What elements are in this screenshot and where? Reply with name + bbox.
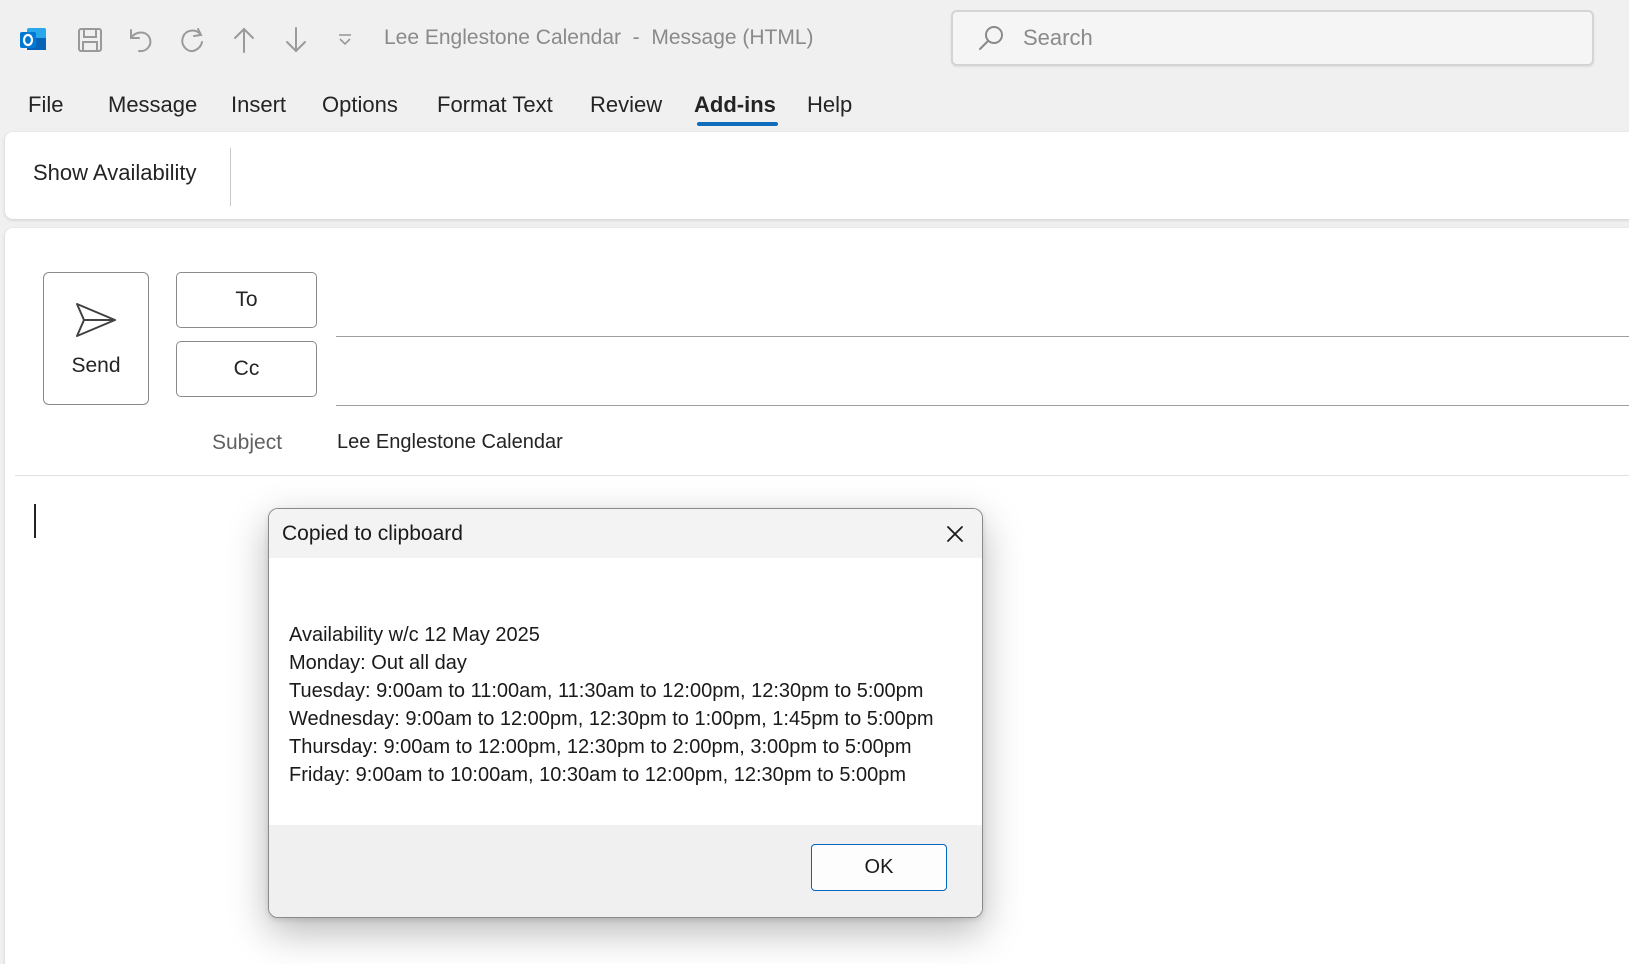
close-icon[interactable]: [940, 519, 970, 549]
ribbon-tabs: File Message Insert Options Format Text …: [0, 84, 1629, 132]
tab-format-text[interactable]: Format Text: [437, 92, 553, 118]
ribbon: Show Availability: [5, 132, 1629, 219]
tab-add-ins[interactable]: Add-ins: [694, 92, 776, 118]
tab-insert[interactable]: Insert: [231, 92, 286, 118]
send-label: Send: [71, 353, 121, 377]
active-tab-indicator: [697, 122, 778, 126]
undo-icon[interactable]: [120, 20, 160, 60]
outlook-icon: [16, 20, 50, 60]
arrow-up-icon[interactable]: [224, 20, 264, 60]
availability-tuesday: Tuesday: 9:00am to 11:00am, 11:30am to 1…: [289, 680, 924, 702]
window-title: Lee Englestone Calendar - Message (HTML): [384, 26, 814, 49]
dialog-body: Availability w/c 12 May 2025 Monday: Out…: [269, 558, 982, 825]
tab-message[interactable]: Message: [108, 92, 197, 118]
arrow-down-icon[interactable]: [276, 20, 316, 60]
subject-label: Subject: [212, 431, 283, 454]
ribbon-separator: [230, 148, 231, 206]
show-availability-button[interactable]: Show Availability: [33, 160, 196, 186]
send-icon: [76, 302, 116, 337]
header-divider: [15, 475, 1629, 476]
availability-monday: Monday: Out all day: [289, 652, 467, 674]
save-icon[interactable]: [70, 20, 110, 60]
to-field[interactable]: [336, 336, 1629, 337]
title-bar: Lee Englestone Calendar - Message (HTML)…: [0, 0, 1629, 78]
search-placeholder: Search: [1023, 25, 1093, 50]
body-text-caret[interactable]: [34, 504, 36, 538]
send-button[interactable]: Send: [43, 272, 149, 405]
cc-button[interactable]: Cc: [176, 341, 317, 397]
tab-file[interactable]: File: [28, 92, 63, 118]
ok-button[interactable]: OK: [811, 844, 947, 891]
dialog-header: Copied to clipboard: [269, 509, 982, 558]
search-icon: [973, 20, 1009, 56]
dialog-title: Copied to clipboard: [282, 522, 463, 545]
availability-heading: Availability w/c 12 May 2025: [289, 624, 540, 646]
copied-to-clipboard-dialog: Copied to clipboard Availability w/c 12 …: [268, 508, 983, 918]
availability-thursday: Thursday: 9:00am to 12:00pm, 12:30pm to …: [289, 736, 912, 758]
subject-field[interactable]: Lee Englestone Calendar: [337, 431, 563, 454]
dialog-footer: OK: [269, 825, 982, 917]
tab-review[interactable]: Review: [590, 92, 662, 118]
availability-wednesday: Wednesday: 9:00am to 12:00pm, 12:30pm to…: [289, 708, 934, 730]
availability-friday: Friday: 9:00am to 10:00am, 10:30am to 12…: [289, 764, 907, 786]
tab-options[interactable]: Options: [322, 92, 398, 118]
cc-field[interactable]: [336, 405, 1629, 406]
to-button[interactable]: To: [176, 272, 317, 328]
redo-icon[interactable]: [172, 20, 212, 60]
availability-text: Availability w/c 12 May 2025 Monday: Out…: [289, 621, 933, 789]
search-input[interactable]: Search: [951, 10, 1594, 66]
tab-help[interactable]: Help: [807, 92, 852, 118]
customize-toolbar-icon[interactable]: [330, 20, 360, 60]
